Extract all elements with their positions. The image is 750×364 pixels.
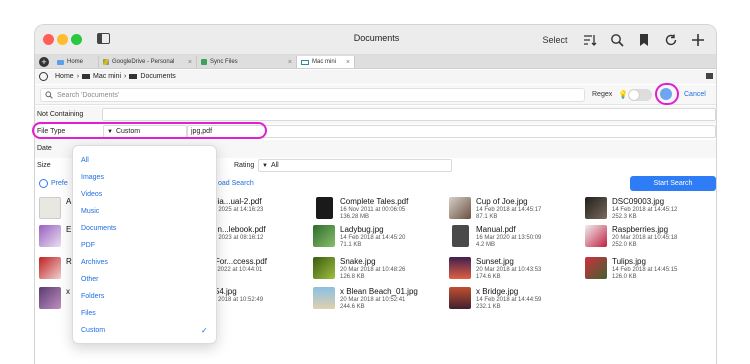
close-tab-icon[interactable]: × — [188, 59, 192, 66]
preferences-link[interactable]: Prefe — [51, 180, 68, 187]
file-thumbnail — [39, 197, 61, 219]
lightbulb-icon[interactable]: 💡 — [618, 90, 628, 99]
menu-item-images[interactable]: Images — [81, 174, 104, 181]
breadcrumb-home[interactable]: Home — [55, 73, 74, 80]
load-search-link[interactable]: oad Search — [218, 180, 254, 187]
tab-bar: + Home GoogleDrive - Personal × Sync Fil… — [35, 55, 716, 69]
not-containing-input[interactable] — [102, 108, 716, 121]
refresh-icon[interactable] — [662, 31, 680, 49]
list-item[interactable]: DSC09003.jpg 14 Feb 2018 at 14:45:12 252… — [585, 197, 716, 225]
list-item[interactable]: Tulips.jpg 14 Feb 2018 at 14:45:15 126.0… — [585, 257, 716, 285]
chevron-right-icon: › — [76, 73, 80, 80]
list-item[interactable]: Raspberries.jpg 20 Mar 2018 at 10:45:18 … — [585, 225, 716, 253]
history-icon[interactable] — [39, 72, 48, 81]
file-thumbnail — [39, 257, 61, 279]
folder-icon — [57, 59, 64, 65]
menu-item-folders[interactable]: Folders — [81, 293, 104, 300]
tab-home[interactable]: Home — [53, 56, 99, 68]
google-drive-icon — [103, 59, 109, 65]
list-item[interactable]: x Bridge.jpg 14 Feb 2018 at 14:44:59 232… — [449, 287, 589, 315]
list-item[interactable]: Sunset.jpg 20 Mar 2018 at 10:43:53 174.6… — [449, 257, 589, 285]
tab-mac-mini[interactable]: Mac mini × — [297, 56, 355, 68]
file-thumbnail — [585, 257, 607, 279]
search-bar: Search 'Documents' Regex 💡 Cancel — [35, 85, 716, 105]
folder-icon — [129, 74, 138, 79]
file-thumbnail — [313, 225, 335, 247]
filter-button-highlight — [655, 83, 679, 105]
add-icon[interactable] — [689, 31, 707, 49]
gear-icon[interactable] — [39, 179, 48, 188]
file-thumbnail — [452, 225, 469, 247]
computer-icon — [301, 59, 309, 65]
menu-item-all[interactable]: All — [81, 157, 89, 164]
search-icon — [45, 91, 53, 99]
file-thumbnail — [585, 225, 607, 247]
file-thumbnail — [449, 197, 471, 219]
regex-toggle[interactable] — [628, 89, 652, 101]
menu-item-videos[interactable]: Videos — [81, 191, 102, 198]
cancel-button[interactable]: Cancel — [684, 91, 706, 98]
breadcrumb-mac-mini[interactable]: Mac mini — [93, 73, 121, 80]
list-item[interactable]: Manual.pdf 16 Mar 2020 at 13:50:09 4.2 M… — [449, 225, 589, 253]
menu-item-music[interactable]: Music — [81, 208, 99, 215]
file-thumbnail — [585, 197, 607, 219]
file-thumbnail — [449, 257, 471, 279]
menu-item-custom[interactable]: Custom — [81, 327, 105, 334]
list-item[interactable]: Cup of Joe.jpg 14 Feb 2018 at 14:45:17 8… — [449, 197, 589, 225]
dropdown-arrow-icon: ▼ — [262, 162, 268, 169]
rating-select[interactable]: ▼ All — [258, 159, 452, 172]
file-type-highlight — [32, 122, 267, 139]
info-icon[interactable] — [706, 73, 713, 79]
menu-item-archives[interactable]: Archives — [81, 259, 108, 266]
menu-item-files[interactable]: Files — [81, 310, 96, 317]
computer-icon — [82, 74, 91, 79]
sync-icon — [201, 59, 207, 65]
close-tab-icon[interactable]: × — [288, 59, 292, 66]
search-icon[interactable] — [608, 31, 626, 49]
checkmark-icon: ✓ — [201, 326, 208, 335]
file-thumbnail — [316, 197, 333, 219]
list-item[interactable]: x Blean Beach_01.jpg 20 Mar 2018 at 10:5… — [313, 287, 453, 315]
list-item[interactable]: Complete Tales.pdf 16 Nov 2011 at 00:06:… — [313, 197, 453, 225]
file-type-dropdown-menu: All Images Videos Music Documents PDF Ar… — [72, 145, 217, 344]
list-item[interactable]: Snake.jpg 20 Mar 2018 at 10:48:26 126.8 … — [313, 257, 453, 285]
bookmark-icon[interactable] — [635, 31, 653, 49]
file-thumbnail — [39, 225, 61, 247]
close-tab-icon[interactable]: × — [346, 59, 350, 66]
new-tab-icon[interactable]: + — [39, 57, 49, 67]
file-thumbnail — [449, 287, 471, 309]
file-thumbnail — [39, 287, 61, 309]
tab-googledrive[interactable]: GoogleDrive - Personal × — [99, 56, 197, 68]
tab-sync-files[interactable]: Sync Files × — [197, 56, 297, 68]
start-search-button[interactable]: Start Search — [630, 176, 716, 191]
menu-item-other[interactable]: Other — [81, 276, 99, 283]
breadcrumb: Home › Mac mini › Documents — [35, 70, 716, 84]
chevron-right-icon: › — [124, 73, 127, 80]
menu-item-pdf[interactable]: PDF — [81, 242, 95, 249]
breadcrumb-documents[interactable]: Documents — [140, 73, 175, 80]
title-bar: Documents Select — [35, 25, 716, 55]
file-thumbnail — [313, 257, 335, 279]
search-input[interactable]: Search 'Documents' — [40, 88, 585, 102]
regex-label: Regex — [592, 91, 613, 98]
list-item[interactable]: Ladybug.jpg 14 Feb 2018 at 14:45:20 71.1… — [313, 225, 453, 253]
file-thumbnail — [313, 287, 335, 309]
sort-icon[interactable] — [581, 31, 599, 49]
menu-item-documents[interactable]: Documents — [81, 225, 116, 232]
select-button[interactable]: Select — [540, 31, 570, 49]
